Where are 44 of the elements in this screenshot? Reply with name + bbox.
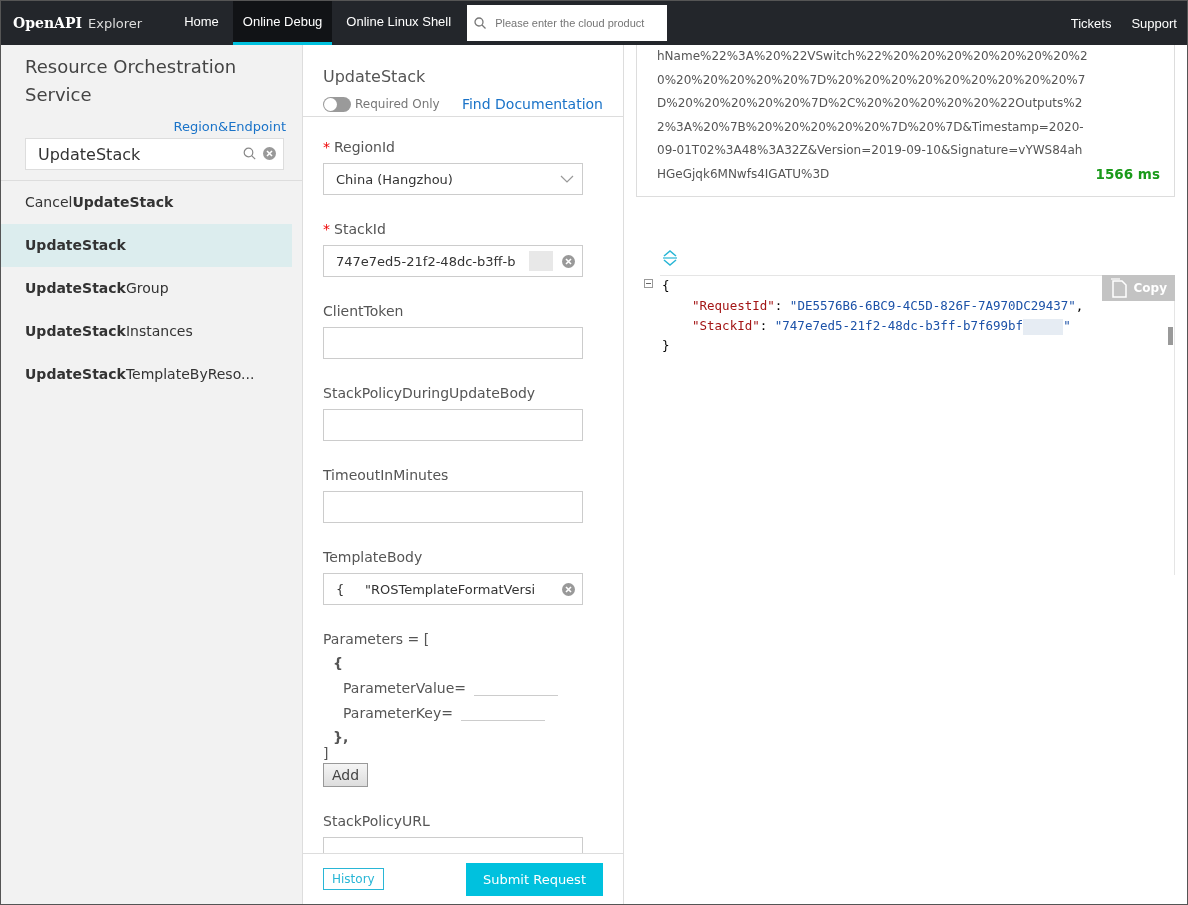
toggle-label: Required Only [355, 97, 440, 111]
api-list-item[interactable]: UpdateStackInstances [1, 310, 292, 353]
response-time: 1566 ms [1095, 164, 1160, 184]
region-select[interactable]: China (Hangzhou) [323, 163, 583, 195]
add-button[interactable]: Add [323, 763, 369, 787]
field-label: StackPolicyDuringUpdateBody [323, 385, 536, 401]
field-label: TimeoutInMinutes [323, 467, 449, 483]
code-line: } [662, 337, 670, 355]
nav-tab[interactable]: Home [174, 1, 229, 45]
code-line: "RequestId": "DE5576B6-6BC9-4C5D-826F-7A970DC29437", [691, 297, 1084, 315]
input-field[interactable]: 747e7ed5-21f2-48dc-b3ff-b [323, 245, 583, 277]
api-list-item[interactable]: UpdateStackGroup [1, 267, 292, 310]
field-label: StackId [334, 221, 386, 237]
code-line: { [662, 277, 670, 295]
region-endpoint-link[interactable]: Region&Endpoint [173, 119, 286, 134]
product-title: Resource Orchestration Service [24, 55, 238, 107]
field-label: Parameters = [ [323, 631, 430, 647]
brace-text: }, [333, 729, 350, 745]
bracket-text: ] [323, 745, 330, 761]
field-label: ClientToken [323, 303, 404, 319]
nav-tab[interactable]: Online Debug [232, 1, 333, 45]
code-line: "StackId": "747e7ed5-21f2-48dc-b3ff-b7f699bf " [691, 317, 1071, 336]
nav-link[interactable]: Support [1121, 1, 1187, 45]
api-list-item[interactable]: UpdateStack [1, 224, 292, 267]
field-label: RegionId [334, 139, 395, 155]
brand-suffix: Explorer [88, 15, 143, 31]
parameter-label: ParameterValue= [343, 680, 466, 696]
brace-text: { [333, 655, 344, 671]
parameter-label: ParameterKey= [343, 705, 453, 721]
nav-tab[interactable]: Online Linux Shell [336, 1, 462, 45]
api-list-item[interactable]: UpdateStackTemplateByReso... [1, 353, 292, 396]
api-search-field[interactable]: UpdateStack [25, 138, 284, 170]
product-search-field[interactable]: Please enter the cloud product [467, 5, 668, 41]
api-list-item[interactable]: CancelUpdateStack [1, 181, 292, 224]
field-label: TemplateBody [323, 549, 423, 565]
nav-link[interactable]: Tickets [1060, 1, 1122, 45]
required-mark: * [323, 221, 330, 237]
request-url: hName%22%3A%20%22VSwitch%22%20%20%20%20%20%20%20%2 0%20%20%20%20%20%7D%20%20%20%20%20%20%20%20%20%7 D%20%20%20%20%20%7D%2C%20%20%20%20%20%22Outputs%2 2%3A%20%7B%20%20%20%20%20%7D%20%7D&Timestamp=2020- 09-01T02%3A48%3A32Z&Version=2019-09-10&Signature=vYWS84ah HGeGjqk6MNwfs4IGATU%3D [657, 48, 1088, 183]
field-label: StackPolicyURL [323, 813, 430, 829]
required-mark: * [323, 139, 330, 155]
input-field[interactable]: { "ROSTemplateFormatVersi [323, 573, 583, 605]
documentation-link[interactable]: Find Documentation [461, 96, 603, 112]
brand-logo[interactable]: OpenAPI [13, 15, 82, 31]
api-title: UpdateStack [323, 67, 427, 86]
